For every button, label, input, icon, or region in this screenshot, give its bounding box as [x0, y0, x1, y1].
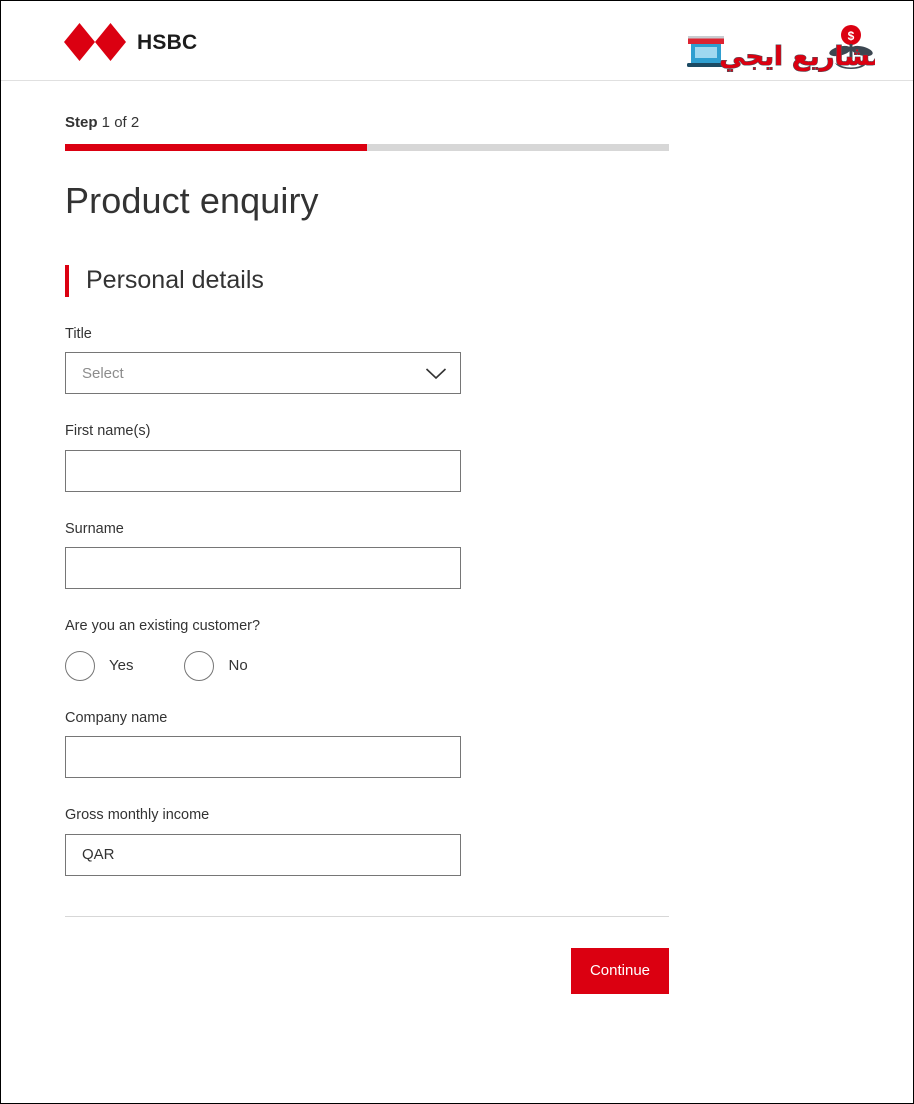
- chevron-down-icon: [425, 367, 447, 380]
- section-title: Personal details: [86, 266, 264, 295]
- page-content: Step 1 of 2 Product enquiry Personal det…: [1, 81, 913, 994]
- field-label-surname: Surname: [65, 520, 124, 537]
- radio-circle-no[interactable]: [184, 650, 215, 681]
- radio-circle-yes[interactable]: [65, 650, 95, 681]
- field-company-name: Company name: [65, 711, 913, 779]
- field-label-gross-monthly-income: Gross monthly income: [65, 807, 210, 824]
- radio-option-no[interactable]: No: [184, 650, 248, 681]
- watermark-logo: $ مشاريع ايجي: [685, 13, 875, 75]
- form-actions: Continue: [65, 947, 669, 994]
- section-header-personal-details: Personal details: [65, 264, 913, 297]
- progress-bar-track: [65, 144, 669, 151]
- svg-text:مشاريع ايجي: مشاريع ايجي: [719, 42, 875, 72]
- gross-monthly-income-input[interactable]: QAR: [65, 833, 461, 876]
- hsbc-logo[interactable]: HSBC: [64, 23, 197, 61]
- hsbc-hexagon-icon: [64, 23, 126, 61]
- hsbc-wordmark: HSBC: [137, 30, 198, 54]
- first-name-input[interactable]: [65, 449, 461, 492]
- svg-text:$: $: [848, 29, 855, 43]
- step-indicator: Step 1 of 2: [65, 81, 913, 130]
- existing-customer-radio-group: Yes No: [65, 650, 913, 681]
- radio-label-yes: Yes: [109, 657, 134, 675]
- field-surname: Surname: [65, 522, 913, 590]
- field-label-company-name: Company name: [65, 709, 168, 726]
- radio-label-no: No: [228, 657, 248, 675]
- section-accent-bar: [65, 264, 69, 297]
- company-name-input[interactable]: [65, 736, 461, 779]
- surname-input[interactable]: [65, 547, 461, 590]
- continue-button[interactable]: Continue: [571, 947, 669, 994]
- form-divider: [65, 915, 669, 917]
- field-gross-monthly-income: Gross monthly income QAR: [65, 808, 913, 876]
- progress-bar-fill: [65, 144, 367, 151]
- page-root: HSBC $ مشاريع ايجي Step 1 of 2 Product e…: [0, 0, 914, 1104]
- field-title: Title Select: [65, 327, 913, 395]
- field-label-existing-customer: Are you an existing customer?: [65, 618, 261, 635]
- radio-option-yes[interactable]: Yes: [65, 650, 134, 681]
- page-header: HSBC $ مشاريع ايجي: [1, 1, 913, 81]
- gross-monthly-income-value: QAR: [82, 846, 115, 864]
- step-word: Step: [65, 114, 98, 131]
- field-first-name: First name(s): [65, 424, 913, 492]
- field-existing-customer: Are you an existing customer? Yes No: [65, 619, 913, 681]
- title-select[interactable]: Select: [65, 352, 461, 395]
- field-label-title: Title: [65, 325, 92, 342]
- field-label-first-name: First name(s): [65, 423, 151, 440]
- title-select-placeholder: Select: [82, 364, 124, 382]
- page-title: Product enquiry: [65, 180, 319, 221]
- step-count: 1 of 2: [97, 114, 140, 131]
